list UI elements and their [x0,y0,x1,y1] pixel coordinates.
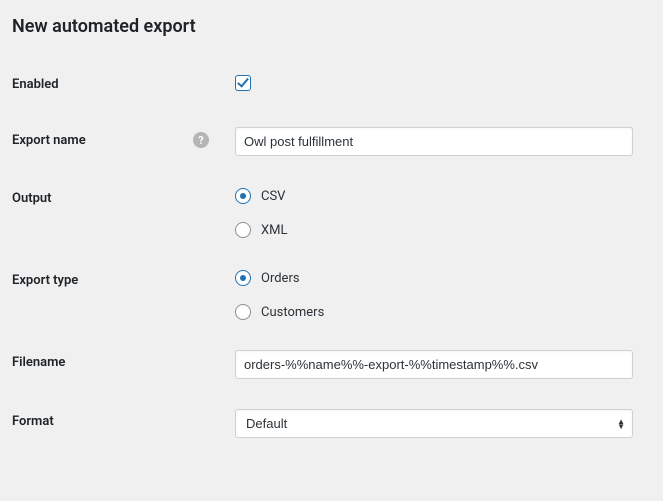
export-name-input[interactable] [235,127,633,156]
export-name-label: Export name [12,133,86,148]
settings-form: Enabled Export name ? Output [12,57,643,453]
output-label: Output [12,171,225,253]
export-type-radio-group: Orders Customers [235,268,633,320]
output-radio-xml-label: XML [261,223,288,238]
output-radio-group: CSV XML [235,186,633,238]
enabled-label: Enabled [12,57,225,112]
export-type-radio-orders-label: Orders [261,271,300,286]
enabled-checkbox[interactable] [235,75,251,91]
filename-label: Filename [12,335,225,394]
export-type-radio-customers-label: Customers [261,305,324,320]
help-icon[interactable]: ? [193,132,209,148]
output-radio-csv[interactable] [235,188,251,204]
page-title: New automated export [12,16,643,37]
filename-input[interactable] [235,350,633,379]
format-label: Format [12,394,225,453]
export-type-label: Export type [12,253,225,335]
output-radio-csv-label: CSV [261,189,285,204]
export-type-radio-orders[interactable] [235,270,251,286]
export-type-radio-customers[interactable] [235,304,251,320]
format-select[interactable]: Default [235,409,633,438]
output-radio-xml[interactable] [235,222,251,238]
